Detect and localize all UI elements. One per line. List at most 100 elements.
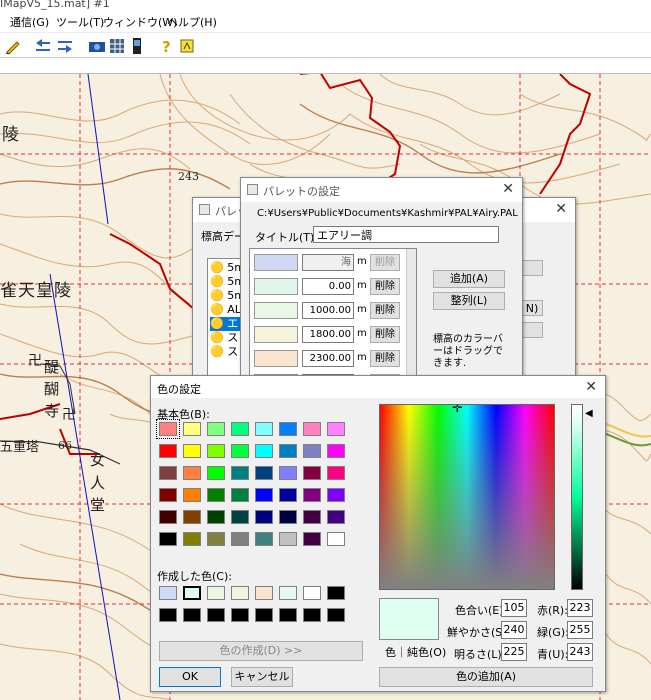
- basic-color-swatch[interactable]: [159, 510, 177, 524]
- palette-title-input[interactable]: エアリー調: [313, 226, 499, 243]
- device-icon[interactable]: [128, 37, 146, 55]
- basic-color-swatch[interactable]: [183, 444, 201, 458]
- close-icon[interactable]: ✕: [502, 181, 514, 197]
- basic-color-swatch[interactable]: [327, 532, 345, 546]
- basic-color-swatch[interactable]: [159, 488, 177, 502]
- custom-color-swatch[interactable]: [303, 608, 321, 622]
- basic-color-swatch[interactable]: [231, 422, 249, 436]
- custom-color-swatch[interactable]: [279, 586, 297, 600]
- add-button[interactable]: 追加(A): [433, 270, 505, 288]
- blue-input[interactable]: 243: [567, 643, 593, 661]
- basic-color-swatch[interactable]: [279, 466, 297, 480]
- basic-color-swatch[interactable]: [279, 488, 297, 502]
- basic-color-swatch[interactable]: [303, 532, 321, 546]
- custom-color-swatch[interactable]: [183, 586, 201, 600]
- custom-color-swatch[interactable]: [231, 586, 249, 600]
- custom-color-swatch[interactable]: [255, 586, 273, 600]
- palette-row-color[interactable]: [254, 278, 298, 295]
- custom-color-swatch[interactable]: [231, 608, 249, 622]
- basic-color-swatch[interactable]: [279, 532, 297, 546]
- ok-button[interactable]: OK: [159, 667, 221, 687]
- basic-color-swatch[interactable]: [255, 510, 273, 524]
- basic-color-swatch[interactable]: [255, 422, 273, 436]
- basic-color-swatch[interactable]: [183, 466, 201, 480]
- cancel-button[interactable]: キャンセル: [231, 667, 293, 687]
- saturation-input[interactable]: 240: [501, 621, 527, 639]
- custom-color-swatch[interactable]: [183, 608, 201, 622]
- basic-color-swatch[interactable]: [279, 510, 297, 524]
- grid-icon[interactable]: [108, 37, 126, 55]
- palette-row-delete[interactable]: 削除: [370, 350, 400, 367]
- palette-row-value[interactable]: 1000.00: [302, 302, 354, 319]
- custom-color-swatch[interactable]: [255, 608, 273, 622]
- basic-color-swatch[interactable]: [327, 510, 345, 524]
- menu-comm[interactable]: 通信(G): [10, 14, 49, 30]
- custom-color-swatch[interactable]: [303, 586, 321, 600]
- info-icon[interactable]: [178, 37, 196, 55]
- basic-color-swatch[interactable]: [207, 532, 225, 546]
- basic-color-swatch[interactable]: [183, 488, 201, 502]
- basic-color-swatch[interactable]: [231, 488, 249, 502]
- arrow-right-icon[interactable]: [56, 37, 74, 55]
- palette-row-delete[interactable]: 削除: [370, 254, 400, 271]
- basic-color-swatch[interactable]: [207, 444, 225, 458]
- basic-color-swatch[interactable]: [255, 488, 273, 502]
- basic-color-swatch[interactable]: [159, 532, 177, 546]
- basic-color-swatch[interactable]: [255, 466, 273, 480]
- palette-row-value[interactable]: 1800.00: [302, 326, 354, 343]
- custom-color-swatch[interactable]: [207, 608, 225, 622]
- basic-color-swatch[interactable]: [231, 532, 249, 546]
- basic-color-swatch[interactable]: [159, 444, 177, 458]
- custom-color-swatch[interactable]: [279, 608, 297, 622]
- red-input[interactable]: 223: [567, 599, 593, 617]
- basic-color-swatch[interactable]: [159, 466, 177, 480]
- custom-color-swatch[interactable]: [159, 608, 177, 622]
- close-icon[interactable]: ✕: [585, 379, 597, 395]
- menu-help[interactable]: ヘルプ(H): [167, 14, 217, 30]
- color-spectrum[interactable]: ✛: [379, 404, 555, 590]
- slider-pointer-icon[interactable]: ◀: [585, 408, 593, 419]
- luminance-input[interactable]: 225: [501, 643, 527, 661]
- basic-color-swatch[interactable]: [327, 422, 345, 436]
- basic-color-swatch[interactable]: [327, 466, 345, 480]
- basic-color-swatch[interactable]: [207, 510, 225, 524]
- hue-input[interactable]: 105: [501, 599, 527, 617]
- basic-color-swatch[interactable]: [183, 422, 201, 436]
- green-input[interactable]: 255: [567, 621, 593, 639]
- custom-color-swatch[interactable]: [327, 608, 345, 622]
- partial-button-1[interactable]: [521, 260, 543, 276]
- basic-color-swatch[interactable]: [303, 422, 321, 436]
- help-icon[interactable]: ?: [158, 37, 176, 55]
- basic-color-swatch[interactable]: [207, 422, 225, 436]
- luminance-slider[interactable]: [571, 404, 583, 590]
- basic-color-swatch[interactable]: [231, 444, 249, 458]
- palette-row-value[interactable]: 海: [302, 254, 354, 271]
- palette-row-color[interactable]: [254, 302, 298, 319]
- basic-color-swatch[interactable]: [279, 444, 297, 458]
- palette-row-delete[interactable]: 削除: [370, 278, 400, 295]
- basic-color-swatch[interactable]: [303, 466, 321, 480]
- basic-color-swatch[interactable]: [183, 532, 201, 546]
- sort-button[interactable]: 整列(L): [433, 292, 505, 310]
- palette-row-color[interactable]: [254, 254, 298, 271]
- define-custom-colors-button[interactable]: 色の作成(D) >>: [159, 641, 363, 661]
- basic-color-swatch[interactable]: [255, 532, 273, 546]
- basic-color-swatch[interactable]: [207, 466, 225, 480]
- palette-row-delete[interactable]: 削除: [370, 326, 400, 343]
- custom-color-swatch[interactable]: [159, 586, 177, 600]
- basic-color-swatch[interactable]: [327, 444, 345, 458]
- close-icon[interactable]: ✕: [555, 201, 567, 217]
- basic-color-swatch[interactable]: [156, 419, 180, 439]
- menu-tools[interactable]: ツール(T): [56, 14, 104, 30]
- palette-scrollbar[interactable]: [406, 249, 416, 377]
- pencil-icon[interactable]: [4, 37, 22, 55]
- basic-color-swatch[interactable]: [303, 488, 321, 502]
- basic-color-swatch[interactable]: [279, 422, 297, 436]
- arrow-left-icon[interactable]: [34, 37, 52, 55]
- palette-row-color[interactable]: [254, 326, 298, 343]
- basic-color-swatch[interactable]: [327, 488, 345, 502]
- palette-row-delete[interactable]: 削除: [370, 302, 400, 319]
- palette-row-value[interactable]: 2300.00: [302, 350, 354, 367]
- camera-icon[interactable]: [88, 37, 106, 55]
- palette-row-color[interactable]: [254, 350, 298, 367]
